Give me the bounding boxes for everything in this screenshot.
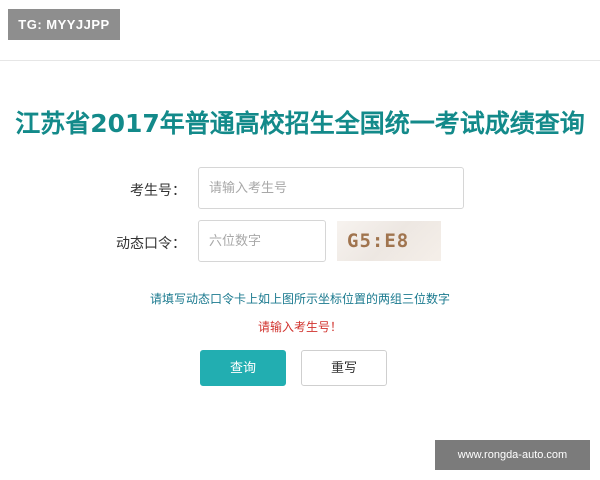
captcha-image: G5:E8: [337, 221, 441, 261]
dynamic-code-label: 动态口令：: [116, 236, 186, 252]
query-button[interactable]: 查询: [200, 350, 286, 386]
tg-badge: TG: MYYJJPP: [8, 9, 120, 40]
exam-number-input[interactable]: [198, 167, 464, 209]
watermark: www.rongda-auto.com: [435, 440, 590, 470]
exam-number-label: 考生号：: [130, 183, 186, 199]
top-bar: TG: MYYJJPP: [0, 0, 600, 61]
dynamic-code-hint: 请填写动态口令卡上如上图所示坐标位置的两组三位数字: [149, 292, 450, 306]
error-message: 请输入考生号！: [257, 320, 342, 334]
dynamic-code-input[interactable]: [198, 220, 326, 262]
reset-button[interactable]: 重写: [301, 350, 387, 386]
page-title: 江苏省2017年普通高校招生全国统一考试成绩查询: [15, 109, 585, 138]
